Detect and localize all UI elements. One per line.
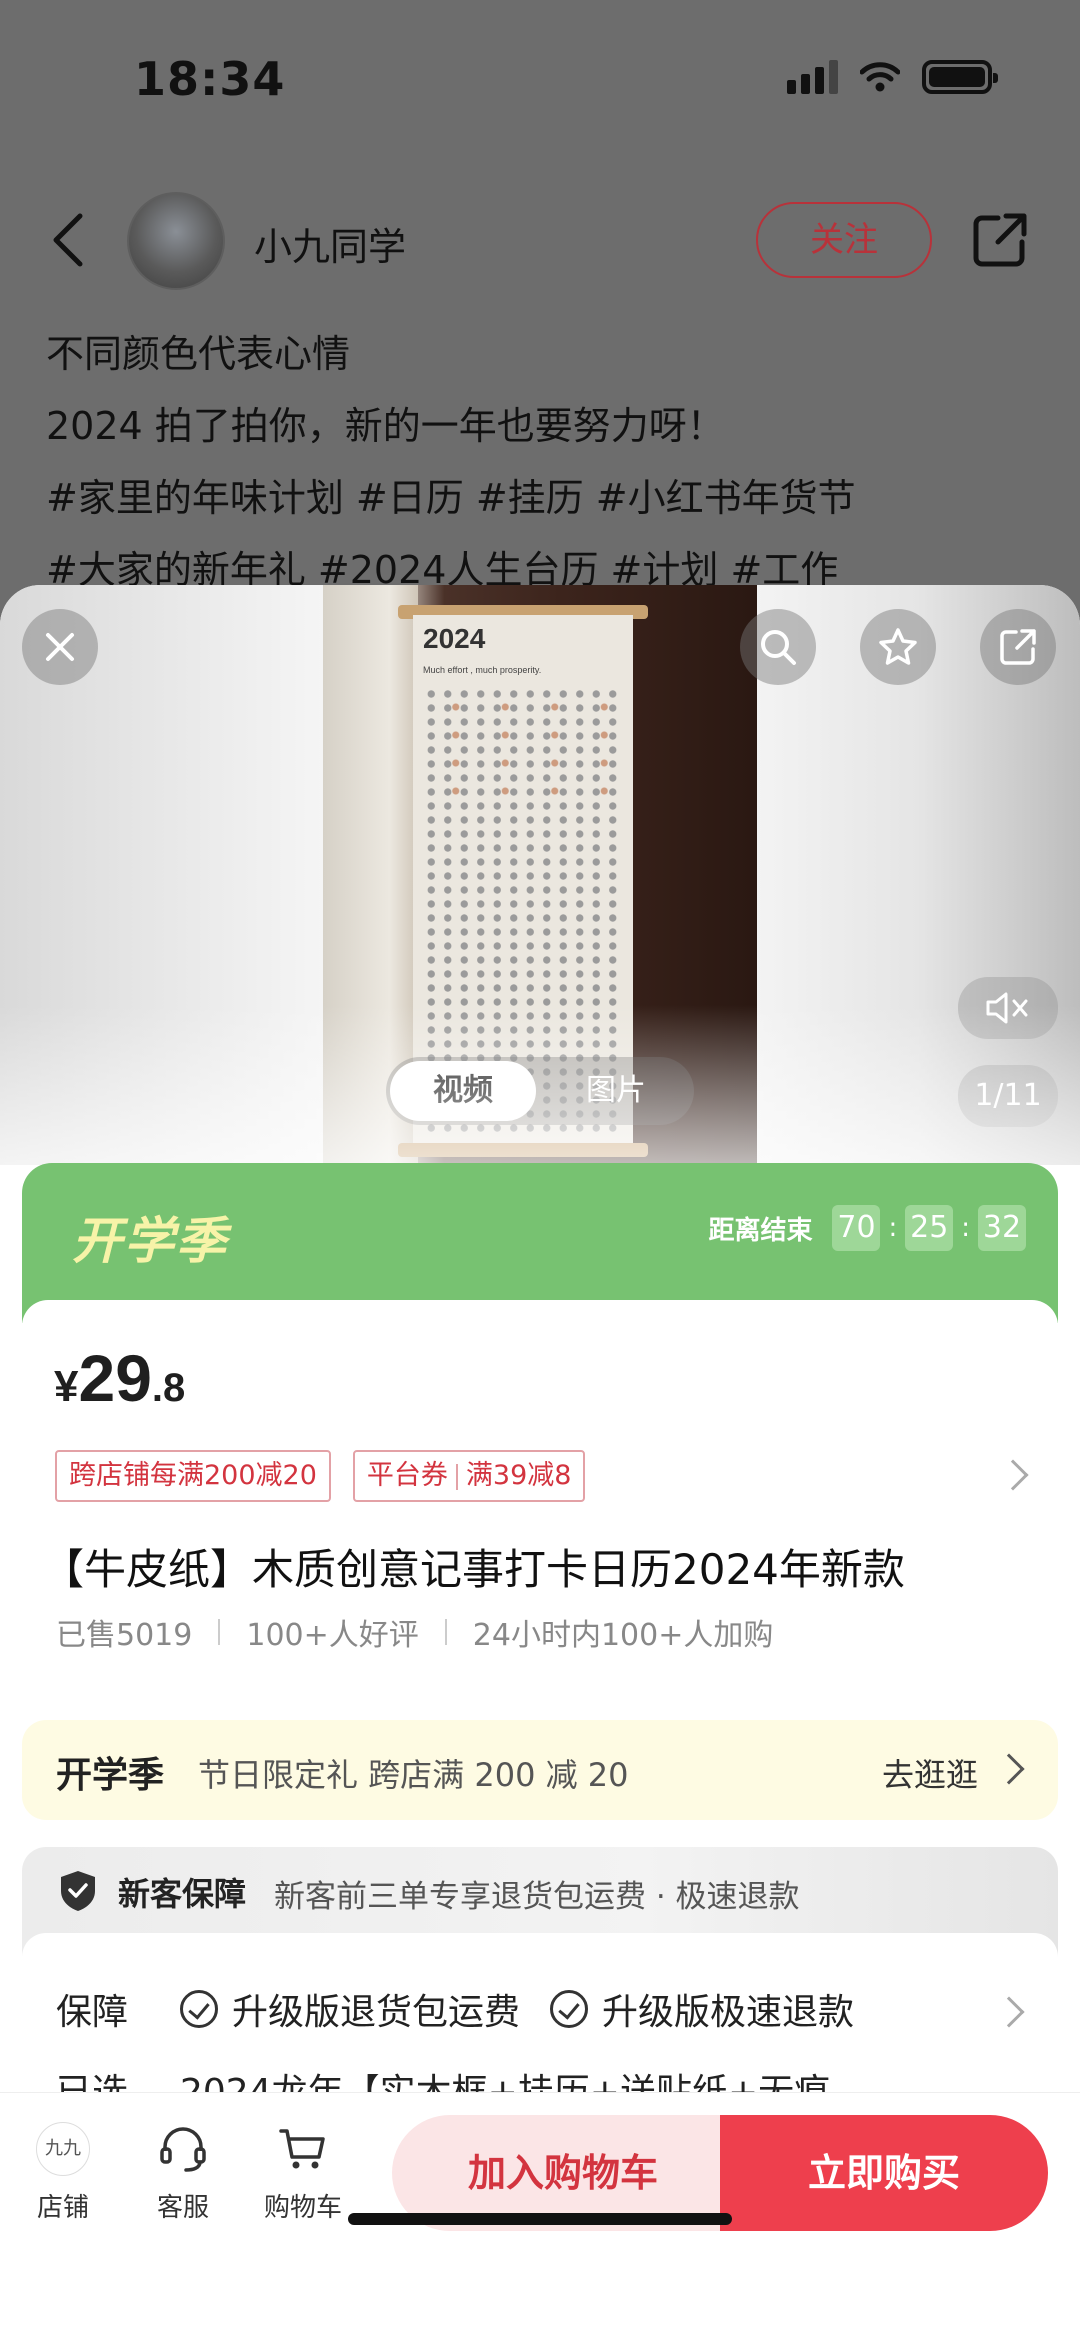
close-icon xyxy=(46,633,74,661)
chevron-right-icon[interactable] xyxy=(993,1996,1025,2028)
note-text: 不同颜色代表心情 2024 拍了拍你，新的一年也要努力呀！ #家里的年味计划 #… xyxy=(46,318,1056,606)
page-indicator: 1/11 xyxy=(958,1065,1058,1127)
author-name[interactable]: 小九同学 xyxy=(254,216,406,271)
festival-title: 开学季 xyxy=(56,1755,165,1796)
status-icons xyxy=(787,60,998,94)
coupon-platform-label: 平台券 xyxy=(366,1460,448,1491)
poster-subtitle: Much effort , much prosperity. xyxy=(423,665,542,675)
guarantee-title: 新客保障 xyxy=(118,1875,247,1913)
poster-title: 2024 xyxy=(423,623,486,654)
shop-label: 店铺 xyxy=(36,2193,89,2223)
guarantee-desc: 新客前三单专享退货包运费 · 极速退款 xyxy=(274,1879,800,1915)
status-bar: 18:34 xyxy=(0,0,1080,160)
cart-icon xyxy=(279,2129,325,2169)
guarantee-item: 升级版退货包运费 xyxy=(232,1992,521,2033)
countdown: 距离结束 70 : 25 : 32 xyxy=(708,1205,1026,1251)
tab-video[interactable]: 视频 xyxy=(390,1061,536,1121)
back-icon[interactable] xyxy=(44,210,94,270)
coupon-row[interactable]: 跨店铺每满200减20 平台券 满39减8 xyxy=(55,1450,586,1502)
countdown-seconds: 32 xyxy=(978,1205,1026,1251)
guarantee-key: 保障 xyxy=(56,1992,129,2033)
search-icon xyxy=(761,630,796,665)
coupon-platform[interactable]: 平台券 满39减8 xyxy=(352,1450,586,1502)
media-toggle: 视频 图片 xyxy=(386,1057,694,1125)
product-photo[interactable]: 2024 Much effort , much prosperity. xyxy=(323,585,757,1163)
promo-title: 开学季 xyxy=(72,1212,228,1270)
guarantee-item: 升级版极速退款 xyxy=(602,1992,855,2033)
countdown-hours: 70 xyxy=(832,1205,881,1251)
shop-button[interactable]: 九九 店铺 xyxy=(8,2121,118,2224)
sold-count: 已售5019 xyxy=(56,1618,193,1653)
wifi-icon xyxy=(860,62,900,92)
search-button[interactable] xyxy=(740,609,816,685)
share-icon[interactable] xyxy=(972,212,1028,268)
product-gallery[interactable]: 2024 Much effort , much prosperity. 1/11… xyxy=(0,585,1080,1165)
festival-desc: 节日限定礼 跨店满 200 减 20 xyxy=(198,1756,629,1794)
follow-button[interactable]: 关注 xyxy=(756,202,932,278)
note-line: 2024 拍了拍你，新的一年也要努力呀！ xyxy=(46,404,725,448)
author-row: 小九同学 关注 xyxy=(0,190,1080,290)
battery-icon xyxy=(922,60,998,94)
sales-stats: 已售5019 100+人好评 24小时内100+人加购 xyxy=(56,1610,773,1654)
product-sheet: 2024 Much effort , much prosperity. 1/11… xyxy=(0,585,1080,2341)
review-count: 100+人好评 xyxy=(246,1618,419,1653)
added-count: 24小时内100+人加购 xyxy=(472,1618,774,1653)
price-currency: ¥ xyxy=(54,1362,79,1411)
note-tags[interactable]: #家里的年味计划 #日历 #挂历 #小红书年货节 xyxy=(46,462,1056,534)
author-avatar[interactable] xyxy=(127,192,225,290)
festival-banner[interactable]: 开学季 节日限定礼 跨店满 200 减 20 去逛逛 xyxy=(22,1720,1058,1820)
calendar-poster: 2024 Much effort , much prosperity. xyxy=(413,615,633,1145)
promo-banner[interactable]: 开学季 距离结束 70 : 25 : 32 xyxy=(22,1163,1058,1323)
signal-icon xyxy=(787,60,838,94)
tab-image[interactable]: 图片 xyxy=(556,1061,676,1121)
shop-logo: 九九 xyxy=(36,2122,90,2176)
countdown-minutes: 25 xyxy=(905,1205,954,1251)
mute-button[interactable] xyxy=(958,977,1058,1039)
photo-door xyxy=(323,585,418,1163)
home-indicator[interactable] xyxy=(348,2213,732,2225)
status-time: 18:34 xyxy=(134,52,286,106)
festival-go-link[interactable]: 去逛逛 xyxy=(882,1750,978,1796)
cart-label: 购物车 xyxy=(263,2193,342,2223)
note-line: 不同颜色代表心情 xyxy=(46,332,351,376)
mute-icon xyxy=(986,992,1028,1024)
coupon-platform-value: 满39减8 xyxy=(465,1460,572,1491)
service-button[interactable]: 客服 xyxy=(128,2121,238,2224)
star-icon xyxy=(879,628,917,665)
share-button[interactable] xyxy=(980,609,1056,685)
chevron-right-icon[interactable] xyxy=(997,1459,1029,1491)
poster-colored-dots xyxy=(423,687,623,807)
coupon-cross-store[interactable]: 跨店铺每满200减20 xyxy=(55,1450,331,1502)
price-integer: 29 xyxy=(78,1341,152,1415)
shield-icon xyxy=(61,1871,95,1911)
share-icon xyxy=(1000,629,1036,665)
product-info-card: ¥29.8 跨店铺每满200减20 平台券 满39减8 【牛皮纸】木质创意记事打卡… xyxy=(22,1300,1058,1695)
countdown-separator: : xyxy=(961,1213,970,1243)
countdown-label: 距离结束 xyxy=(708,1215,813,1246)
headset-icon xyxy=(160,2127,206,2172)
countdown-separator: : xyxy=(888,1213,898,1243)
guarantee-header: 新客保障 新客前三单专享退货包运费 · 极速退款 xyxy=(22,1847,1058,1933)
chevron-right-icon[interactable] xyxy=(993,1753,1025,1785)
check-circle-icon xyxy=(180,1990,218,2028)
favorite-button[interactable] xyxy=(860,609,936,685)
price: ¥29.8 xyxy=(54,1340,185,1416)
note-page-background: 18:34 小九同学 关注 不同颜色代表心情 2024 拍了拍你，新的一年也要努… xyxy=(0,0,1080,640)
buy-now-button[interactable]: 立即购买 xyxy=(720,2115,1048,2231)
price-decimal: .8 xyxy=(151,1366,186,1410)
guarantee-row[interactable]: 保障 升级版退货包运费 升级版极速退款 xyxy=(56,1983,854,2035)
close-button[interactable] xyxy=(22,609,98,685)
product-title: 【牛皮纸】木质创意记事打卡日历2024年新款 xyxy=(42,1545,905,1594)
check-circle-icon xyxy=(550,1990,589,2028)
service-label: 客服 xyxy=(156,2193,209,2223)
poster-rod-bottom xyxy=(398,1143,648,1157)
cart-nav-button[interactable]: 购物车 xyxy=(248,2121,358,2224)
